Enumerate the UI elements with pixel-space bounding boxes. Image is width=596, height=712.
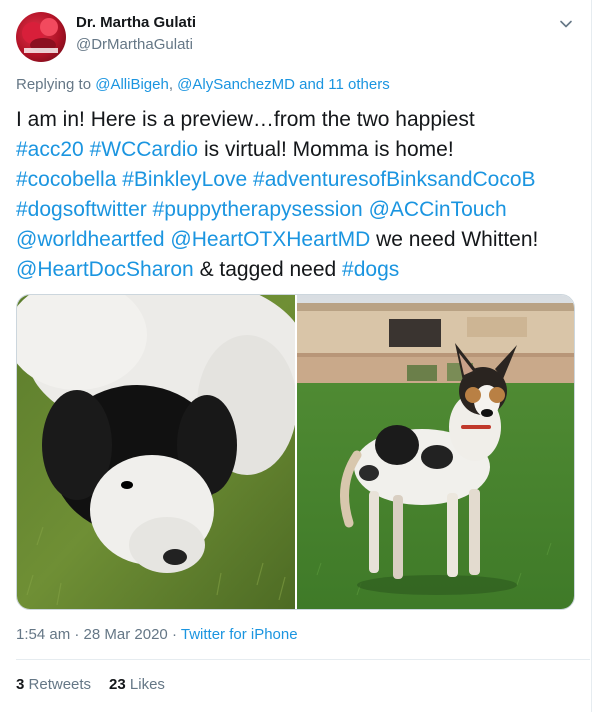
chevron-down-icon[interactable] [558, 16, 574, 32]
author-display-name[interactable]: Dr. Martha Gulati [76, 14, 196, 31]
tweet-source-link[interactable]: Twitter for iPhone [181, 626, 298, 643]
hashtag-link[interactable]: #adventuresofBinksandCocoB [253, 168, 536, 191]
tweet-detail: Dr. Martha Gulati @DrMarthaGulati Replyi… [0, 0, 590, 712]
retweets-stat[interactable]: 3 Retweets [16, 676, 91, 693]
tweet-text-segment: we need Whitten! [376, 228, 539, 251]
author-handle[interactable]: @DrMarthaGulati [76, 36, 193, 53]
hashtag-link[interactable]: #acc20 [16, 138, 84, 161]
hashtag-link[interactable]: #cocobella [16, 168, 116, 191]
tweet-text-line: I am in! Here is a preview…from the two … [16, 105, 586, 135]
likes-count: 23 [109, 676, 126, 693]
mention-link[interactable]: @worldheartfed [16, 228, 165, 251]
mention-link[interactable]: @HeartDocSharon [16, 258, 194, 281]
avatar-shape [40, 18, 58, 36]
tweet-text-line: #dogsoftwitter #puppytherapysession @ACC… [16, 195, 586, 225]
hashtag-link[interactable]: #puppytherapysession [153, 198, 363, 221]
tweet-text-line: #cocobella #BinkleyLove #adventuresofBin… [16, 165, 586, 195]
meta-separator: · [74, 626, 80, 643]
tweet-text-segment: I am in! Here is a preview…from the two … [16, 108, 475, 131]
likes-stat[interactable]: 23 Likes [109, 676, 165, 693]
tweet-text: I am in! Here is a preview…from the two … [16, 105, 586, 285]
tweet-time[interactable]: 1:54 am [16, 626, 70, 643]
likes-label: Likes [129, 676, 165, 693]
reply-separator: , [168, 76, 173, 93]
divider [16, 659, 590, 660]
media-photo-dog[interactable] [297, 295, 574, 609]
mention-link[interactable]: @HeartOTXHeartMD [170, 228, 370, 251]
mention-link[interactable]: @ACCinTouch [369, 198, 507, 221]
hashtag-link[interactable]: #dogsoftwitter [16, 198, 147, 221]
reply-mention[interactable]: @AlliBigeh [95, 76, 169, 93]
reply-context: Replying to @AlliBigeh, @AlySanchezMD an… [16, 76, 390, 93]
tweet-text-segment: is virtual! Momma is home! [203, 138, 454, 161]
author-avatar[interactable] [16, 12, 66, 62]
tweet-text-line: @HeartDocSharon & tagged need #dogs [16, 255, 586, 285]
hashtag-link[interactable]: #dogs [342, 258, 399, 281]
tweet-timestamp-row: 1:54 am · 28 Mar 2020 · Twitter for iPho… [16, 626, 298, 643]
tweet-date[interactable]: 28 Mar 2020 [84, 626, 168, 643]
meta-separator: · [171, 626, 177, 643]
avatar-shape [24, 48, 58, 53]
reply-mention[interactable]: @AlySanchezMD [177, 76, 295, 93]
reply-prefix: Replying to [16, 76, 92, 93]
media-photo-puppy[interactable] [17, 295, 295, 609]
hashtag-link[interactable]: #BinkleyLove [122, 168, 247, 191]
engagement-stats: 3 Retweets 23 Likes [16, 676, 165, 693]
tweet-text-segment: & tagged need [199, 258, 337, 281]
retweets-count: 3 [16, 676, 25, 693]
reply-others-link[interactable]: and 11 others [299, 76, 390, 93]
tweet-text-line: @worldheartfed @HeartOTXHeartMD we need … [16, 225, 586, 255]
hashtag-link[interactable]: #WCCardio [90, 138, 199, 161]
retweets-label: Retweets [28, 676, 92, 693]
timeline-border [591, 0, 592, 712]
tweet-text-line: #acc20 #WCCardio is virtual! Momma is ho… [16, 135, 586, 165]
media-grid [16, 294, 575, 610]
